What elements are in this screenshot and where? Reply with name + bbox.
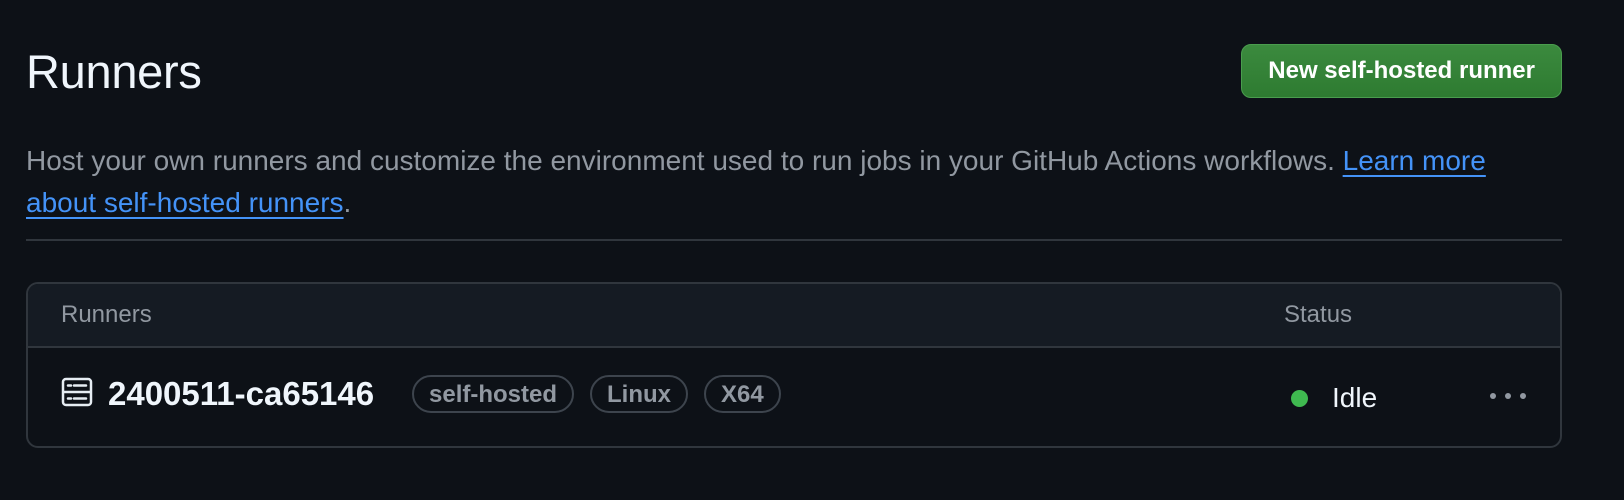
runner-labels: self-hosted Linux X64 (412, 375, 781, 413)
column-header-runners: Runners (61, 301, 152, 328)
page-header: Runners New self-hosted runner (26, 0, 1562, 140)
runners-description: Host your own runners and customize the … (26, 140, 1562, 224)
dot (1505, 393, 1511, 399)
column-header-status: Status (1284, 301, 1353, 328)
dot (1490, 393, 1496, 399)
server-icon (61, 377, 93, 407)
label-self-hosted[interactable]: self-hosted (412, 375, 575, 413)
runners-page: Runners New self-hosted runner Host your… (26, 0, 1562, 448)
status-idle-dot-icon (1291, 390, 1308, 407)
runners-table-header: Runners Status (28, 284, 1560, 348)
runner-actions-kebab-icon[interactable] (1486, 380, 1530, 412)
label-linux[interactable]: Linux (590, 375, 689, 413)
runner-name[interactable]: 2400511-ca65146 (108, 374, 374, 414)
runner-status: Idle (1332, 382, 1378, 413)
runner-row[interactable]: 2400511-ca65146 self-hosted Linux X64 Id… (28, 348, 1560, 446)
page-title: Runners (26, 45, 202, 98)
description-suffix: . (343, 187, 352, 218)
new-self-hosted-runner-button[interactable]: New self-hosted runner (1241, 44, 1562, 98)
label-x64[interactable]: X64 (704, 375, 781, 413)
dot (1520, 393, 1526, 399)
description-text: Host your own runners and customize the … (26, 145, 1343, 176)
section-divider (26, 239, 1562, 241)
runners-table: Runners Status 2400511-ca65146 self-host… (26, 282, 1562, 448)
